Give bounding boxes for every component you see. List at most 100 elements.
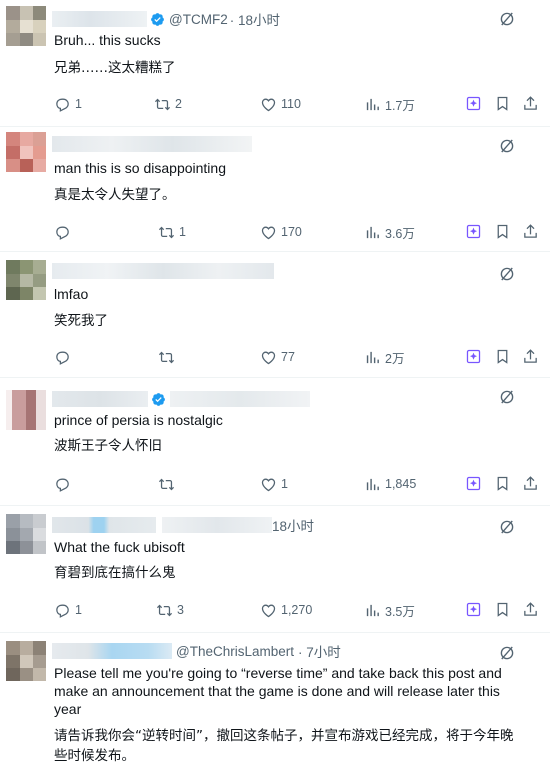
post-actions: 77 2万 (54, 347, 550, 367)
reply-count: 1 (75, 603, 82, 617)
grok-icon[interactable] (498, 10, 516, 28)
repost-button[interactable] (158, 474, 179, 494)
grok-analyze-icon[interactable] (465, 223, 482, 240)
grok-analyze-icon[interactable] (465, 348, 482, 365)
like-count: 1,270 (281, 603, 313, 617)
bookmark-icon[interactable] (494, 348, 511, 365)
like-count: 170 (281, 225, 302, 239)
views-button[interactable]: 1.7万 (364, 94, 415, 114)
grok-icon[interactable] (498, 388, 516, 406)
post-actions: 1 3 1,270 3.5万 (54, 600, 550, 620)
heart-icon (261, 478, 276, 491)
avatar[interactable] (6, 260, 46, 300)
repost-icon (158, 226, 175, 238)
views-button[interactable]: 3.5万 (364, 600, 415, 620)
share-icon[interactable] (522, 475, 539, 492)
avatar[interactable] (6, 514, 46, 554)
reply-button[interactable] (54, 347, 75, 367)
grok-analyze-icon[interactable] (465, 601, 482, 618)
post-text-translation: 请告诉我你会“逆转时间”，撤回这条帖子，并宣布游戏已经完成，将于今年晚些时候发布… (54, 728, 514, 764)
verified-badge-icon (151, 12, 164, 26)
grok-analyze-icon[interactable] (465, 95, 482, 112)
view-count: 3.5万 (385, 604, 415, 619)
post-time[interactable]: 18小时 (272, 515, 314, 535)
reply-button[interactable] (54, 222, 75, 242)
repost-icon (154, 98, 171, 110)
views-icon (366, 604, 379, 616)
reply-button[interactable] (54, 474, 75, 494)
post-text-translation: 育碧到底在搞什么鬼 (54, 565, 176, 581)
like-button[interactable]: 1,270 (260, 600, 312, 620)
share-icon[interactable] (522, 95, 539, 112)
avatar[interactable] (6, 6, 46, 46)
post[interactable]: 18小时 What the fuck ubisoft 育碧到底在搞什么鬼 1 3… (0, 506, 550, 633)
post[interactable]: man this is so disappointing 真是太令人失望了。 1… (0, 127, 550, 252)
repost-button[interactable]: 1 (158, 222, 186, 242)
post[interactable]: prince of persia is nostalgic 波斯王子令人怀旧 1… (0, 378, 550, 506)
views-button[interactable]: 2万 (364, 347, 404, 367)
avatar[interactable] (6, 390, 46, 430)
repost-count: 2 (175, 97, 182, 111)
reply-button[interactable]: 1 (54, 600, 82, 620)
post-text-original: lmfao (54, 286, 89, 302)
grok-analyze-icon[interactable] (465, 475, 482, 492)
user-handle[interactable]: @TheChrisLambert (176, 644, 294, 659)
like-button[interactable]: 77 (260, 347, 295, 367)
grok-icon[interactable] (498, 644, 516, 662)
avatar[interactable] (6, 641, 46, 681)
reply-count: 1 (75, 97, 82, 111)
repost-count: 3 (177, 603, 184, 617)
redacted-name (52, 136, 252, 152)
reply-icon (56, 98, 69, 112)
grok-icon[interactable] (498, 137, 516, 155)
post-text-translation: 真是太令人失望了。 (54, 187, 176, 203)
bookmark-icon[interactable] (494, 601, 511, 618)
share-icon[interactable] (522, 601, 539, 618)
repost-button[interactable]: 3 (156, 600, 184, 620)
bookmark-icon[interactable] (494, 223, 511, 240)
post-time[interactable]: · 18小时 (230, 9, 280, 29)
post-text-original: What the fuck ubisoft (54, 539, 185, 555)
heart-icon (261, 98, 276, 111)
like-button[interactable]: 1 (260, 474, 288, 494)
post[interactable]: @TheChrisLambert · 7小时 Please tell me yo… (0, 633, 550, 772)
views-icon (366, 226, 379, 238)
grok-icon[interactable] (498, 265, 516, 283)
reply-button[interactable]: 1 (54, 94, 82, 114)
avatar[interactable] (6, 132, 46, 172)
like-count: 110 (281, 97, 301, 111)
like-count: 1 (281, 477, 288, 491)
post[interactable]: @TCMF2 · 18小时 Bruh... this sucks 兄弟……这太糟… (0, 0, 550, 127)
like-button[interactable]: 170 (260, 222, 302, 242)
redacted-name (52, 643, 172, 659)
repost-button[interactable] (158, 347, 179, 367)
like-button[interactable]: 110 (260, 94, 301, 114)
post[interactable]: lmfao 笑死我了 77 2万 (0, 252, 550, 378)
share-icon[interactable] (522, 348, 539, 365)
views-button[interactable]: 1,845 (364, 474, 416, 494)
post-text-original: Please tell me you're going to “reverse … (54, 665, 502, 717)
repost-button[interactable]: 2 (154, 94, 182, 114)
post-text-translation: 笑死我了 (54, 313, 108, 329)
view-count: 2万 (385, 351, 405, 366)
post-time[interactable]: · 7小时 (298, 641, 341, 661)
bookmark-icon[interactable] (494, 475, 511, 492)
views-icon (366, 351, 379, 363)
reply-icon (56, 478, 69, 492)
post-text-original: Bruh... this sucks (54, 32, 161, 48)
redacted-name (52, 517, 156, 533)
heart-icon (261, 226, 276, 239)
post-text-original: prince of persia is nostalgic (54, 412, 223, 428)
bookmark-icon[interactable] (494, 95, 511, 112)
share-icon[interactable] (522, 223, 539, 240)
redacted-handle (170, 391, 310, 407)
like-count: 77 (281, 350, 295, 364)
grok-icon[interactable] (498, 518, 516, 536)
views-button[interactable]: 3.6万 (364, 222, 415, 242)
verified-badge-icon (152, 392, 165, 406)
redacted-handle (162, 517, 272, 533)
repost-count: 1 (179, 225, 186, 239)
reply-icon (56, 604, 69, 618)
user-handle[interactable]: @TCMF2 (169, 12, 228, 27)
reply-icon (56, 226, 69, 240)
